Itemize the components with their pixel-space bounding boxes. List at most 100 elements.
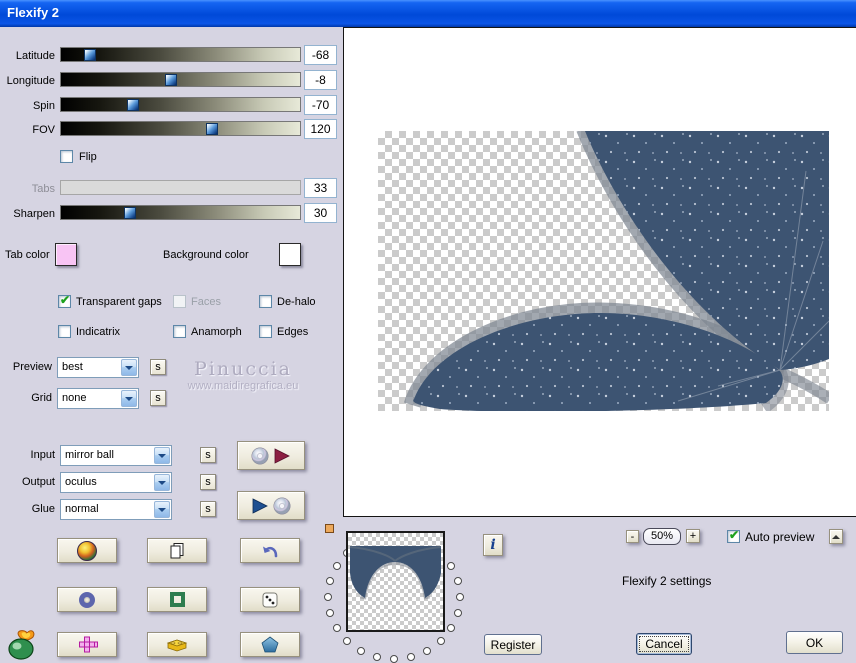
ring-dot xyxy=(453,609,462,618)
flip-label: Flip xyxy=(79,151,97,163)
preview-mode-label: Preview xyxy=(12,361,52,373)
zoom-level-display: 50% xyxy=(643,528,681,545)
ring-dot xyxy=(423,646,431,655)
spin-slider[interactable] xyxy=(60,97,301,112)
ring-dot xyxy=(453,576,462,585)
zoom-in-button[interactable]: + xyxy=(686,529,700,543)
sharpen-slider[interactable] xyxy=(60,205,301,220)
grid-s-button[interactable]: s xyxy=(150,390,166,406)
de-halo-label: De-halo xyxy=(277,296,316,308)
torus-shape-button[interactable] xyxy=(57,587,117,612)
preview-s-button[interactable]: s xyxy=(150,359,166,375)
input-dropdown-icon[interactable] xyxy=(154,447,170,464)
frame-shape-button[interactable] xyxy=(147,587,207,612)
latitude-slider[interactable] xyxy=(60,47,301,62)
sharpen-slider-thumb[interactable] xyxy=(124,207,137,219)
marker-square[interactable] xyxy=(325,524,334,533)
ring-dot xyxy=(447,562,456,570)
flexify2-dialog: { "window": { "title": "Flexify 2" }, "s… xyxy=(0,0,856,663)
preview-mode-select[interactable]: best xyxy=(57,357,139,378)
cancel-button[interactable]: Cancel xyxy=(636,633,692,655)
output-select[interactable]: oculus xyxy=(60,472,172,493)
logo-sphere-button[interactable] xyxy=(57,538,117,563)
spin-slider-thumb[interactable] xyxy=(126,99,139,111)
grid-dropdown-icon[interactable] xyxy=(121,390,137,407)
window-title: Flexify 2 xyxy=(7,5,60,20)
register-button[interactable]: Register xyxy=(484,634,542,655)
glue-s-button[interactable]: s xyxy=(200,501,216,517)
ring-dot xyxy=(324,593,332,601)
fov-slider-thumb[interactable] xyxy=(205,123,218,135)
ring-dot xyxy=(343,636,352,645)
input-label: Input xyxy=(30,449,55,461)
info-button[interactable]: i xyxy=(483,534,503,556)
ring-dot xyxy=(407,652,416,661)
glue-select[interactable]: normal xyxy=(60,499,172,520)
watermark: Pinuccia www.maidiregrafica.eu xyxy=(168,358,318,392)
grid-select[interactable]: none xyxy=(57,388,139,409)
flip-checkbox[interactable] xyxy=(60,150,73,163)
zoom-out-button[interactable]: - xyxy=(626,530,639,543)
tab-color-label: Tab color xyxy=(5,249,50,261)
load-settings-button[interactable] xyxy=(237,491,305,520)
register-button-label: Register xyxy=(490,637,536,652)
background-color-swatch[interactable] xyxy=(279,243,301,266)
watermark-url: www.maidiregrafica.eu xyxy=(187,380,299,392)
preview-image[interactable] xyxy=(378,126,834,413)
output-s-button[interactable]: s xyxy=(200,474,216,490)
tab-color-swatch[interactable] xyxy=(55,243,77,266)
output-value: oculus xyxy=(65,476,97,488)
save-settings-button[interactable] xyxy=(237,441,305,470)
sharpen-value[interactable]: 30 xyxy=(304,203,337,223)
latitude-value[interactable]: -68 xyxy=(304,45,337,65)
tabs-label: Tabs xyxy=(31,183,55,195)
auto-preview-checkbox[interactable] xyxy=(727,528,740,543)
de-halo-checkbox[interactable] xyxy=(259,295,272,308)
copy-settings-button[interactable] xyxy=(147,538,207,563)
ok-button-label: OK xyxy=(805,635,824,650)
fov-label: FOV xyxy=(32,124,55,136)
tabs-value[interactable]: 33 xyxy=(304,178,337,198)
input-s-button[interactable]: s xyxy=(200,447,216,463)
spin-value[interactable]: -70 xyxy=(304,95,337,115)
disc-export-icon xyxy=(251,447,290,464)
pentagon-shape-button[interactable] xyxy=(240,632,300,657)
fov-value[interactable]: 120 xyxy=(304,119,337,139)
longitude-slider[interactable] xyxy=(60,72,301,87)
ring-dot xyxy=(326,609,335,618)
title-bar[interactable]: Flexify 2 xyxy=(0,0,856,27)
output-dropdown-icon[interactable] xyxy=(154,474,170,491)
brick-shape-button[interactable] xyxy=(147,632,207,657)
longitude-slider-thumb[interactable] xyxy=(164,74,177,86)
undo-arrow-icon xyxy=(263,546,278,557)
settings-status-text: Flexify 2 settings xyxy=(622,574,712,588)
fov-slider[interactable] xyxy=(60,121,301,136)
undo-button[interactable] xyxy=(240,538,300,563)
unfold-cube-button[interactable] xyxy=(57,632,117,657)
latitude-slider-thumb[interactable] xyxy=(83,49,96,61)
preview-mode-dropdown-icon[interactable] xyxy=(121,359,137,376)
glue-value: normal xyxy=(65,503,99,515)
result-thumbnail[interactable] xyxy=(346,531,445,632)
fov-slider-row: FOV 120 xyxy=(0,119,340,141)
ring-dot xyxy=(436,636,445,645)
info-icon: i xyxy=(490,537,496,553)
edges-checkbox[interactable] xyxy=(259,325,272,338)
indicatrix-checkbox[interactable] xyxy=(58,325,71,338)
glue-dropdown-icon[interactable] xyxy=(154,501,170,518)
transparent-gaps-checkbox[interactable] xyxy=(58,293,71,308)
documents-icon xyxy=(170,542,184,558)
dice-icon xyxy=(262,592,278,607)
longitude-value[interactable]: -8 xyxy=(304,70,337,90)
collapse-panel-button[interactable] xyxy=(829,529,843,544)
ring-dot xyxy=(326,576,335,585)
ring-dot xyxy=(332,562,341,570)
transparent-gaps-label: Transparent gaps xyxy=(76,296,162,308)
input-select[interactable]: mirror ball xyxy=(60,445,172,466)
flexify-result-graphic xyxy=(403,126,834,413)
flaming-pear-logo-icon xyxy=(8,630,35,660)
anamorph-checkbox[interactable] xyxy=(173,325,186,338)
spin-label: Spin xyxy=(32,100,55,112)
randomize-button[interactable] xyxy=(240,587,300,612)
ok-button[interactable]: OK xyxy=(786,631,843,654)
